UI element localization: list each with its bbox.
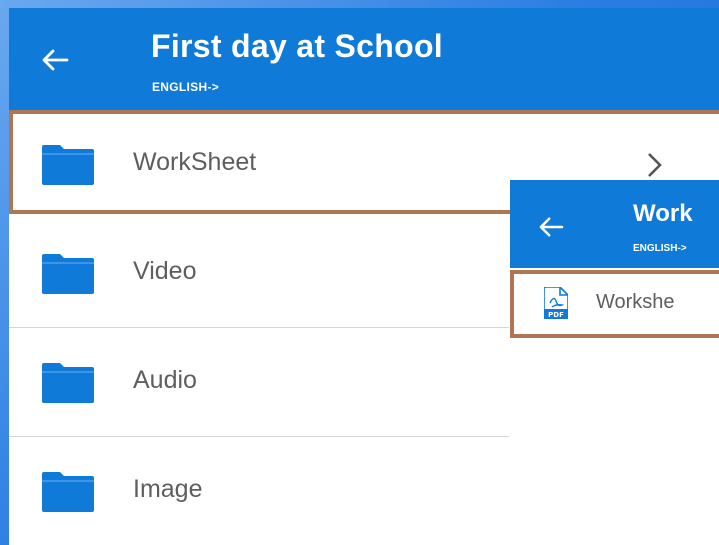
list-item-pdf-file[interactable]: PDF Workshe [510,270,719,338]
list-item-label: Audio [133,366,197,394]
folder-icon [42,472,94,512]
overlay-page-title: Work [633,200,693,227]
page-title: First day at School [151,28,443,64]
app-bar: First day at School ENGLISH-> [9,8,719,110]
folder-icon [42,254,94,294]
back-arrow-icon[interactable] [538,216,564,242]
svg-text:PDF: PDF [548,311,564,319]
list-item-label: Image [133,475,203,503]
overlay-app-bar: Work ENGLISH-> [510,180,719,268]
folder-icon [42,363,94,403]
breadcrumb: ENGLISH-> [152,80,220,94]
worksheet-screen-overlay: Work ENGLISH-> PDF Workshe [510,180,719,340]
file-name: Workshe [596,291,675,313]
list-item-image[interactable]: Image [9,437,719,545]
list-item-audio[interactable]: Audio [9,328,719,437]
list-item-label: Video [133,257,197,285]
back-arrow-icon[interactable] [37,42,73,78]
overlay-breadcrumb: ENGLISH-> [633,243,687,254]
pdf-icon: PDF [544,287,568,319]
